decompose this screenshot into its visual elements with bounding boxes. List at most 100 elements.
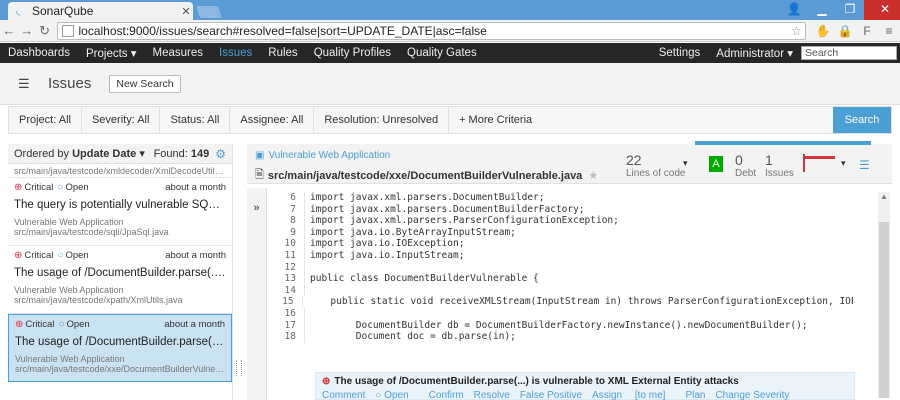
issues-severity-bar <box>803 156 835 159</box>
severity-label: Critical <box>24 182 54 193</box>
extension-lock-icon[interactable]: 🔒 <box>834 24 856 38</box>
line-code: Document doc = db.parse(in); <box>310 331 516 343</box>
ordered-by-label: Ordered by <box>14 147 70 160</box>
browser-titlebar: ◟ SonarQube ✕ 👤 ▁ ❐ ✕ <box>0 0 900 20</box>
line-number[interactable]: 13 <box>275 273 305 285</box>
global-search-input[interactable]: Search <box>801 46 897 60</box>
metrics-dropdown-caret-icon[interactable]: ▾ <box>683 158 688 169</box>
maximize-icon[interactable]: ❐ <box>836 0 864 20</box>
more-criteria-button[interactable]: + More Criteria <box>449 107 542 133</box>
critical-severity-icon: ⊕ <box>14 182 23 193</box>
extension-f-icon[interactable]: F <box>856 24 878 38</box>
source-viewer-menu-icon[interactable]: ☰ <box>859 158 870 172</box>
lines-of-code-label: Lines of code <box>626 168 686 179</box>
issue-detail-box: ⊕ The usage of /DocumentBuilder.parse(..… <box>315 372 855 400</box>
filter-project[interactable]: Project: All <box>9 107 82 133</box>
nav-measures[interactable]: Measures <box>145 47 212 59</box>
debt-metric: 0 Debt <box>735 152 756 179</box>
user-icon[interactable]: 👤 <box>780 0 808 20</box>
filter-status[interactable]: Status: All <box>160 107 231 133</box>
close-window-icon[interactable]: ✕ <box>864 0 900 20</box>
forward-icon[interactable]: → <box>18 23 36 38</box>
line-number[interactable]: 16 <box>275 307 305 320</box>
extension-hand-icon[interactable]: ✋ <box>812 24 834 38</box>
issue-list-header: Ordered by Update Date ▾ Found: 149 ⚙ <box>8 144 232 164</box>
issue-path: src/main/java/testcode/xpath/XmlUtils.ja… <box>14 295 183 305</box>
change-severity-action[interactable]: Change Severity <box>715 390 789 400</box>
line-number[interactable]: 14 <box>275 284 305 297</box>
filter-resolution[interactable]: Resolution: Unresolved <box>314 107 450 133</box>
line-number[interactable]: 11 <box>275 249 305 262</box>
line-number[interactable]: 15 <box>275 296 303 308</box>
severity-label: Critical <box>24 250 54 261</box>
favorite-star-icon[interactable]: ★ <box>588 169 598 182</box>
line-number[interactable]: 7 <box>275 203 305 216</box>
tab-title: SonarQube <box>32 4 94 18</box>
false-positive-action[interactable]: False Positive <box>520 390 582 400</box>
bookmark-star-icon[interactable]: ☆ <box>791 24 805 38</box>
list-item[interactable]: ⊕ Critical ○ Open about a month The usag… <box>8 246 232 314</box>
nav-rules[interactable]: Rules <box>260 47 305 59</box>
line-number[interactable]: 17 <box>275 319 305 332</box>
critical-severity-icon: ⊕ <box>14 250 23 261</box>
extension-icons: ✋ 🔒 F ≡ <box>812 24 900 38</box>
line-number[interactable]: 8 <box>275 215 305 227</box>
nav-settings[interactable]: Settings <box>651 47 709 59</box>
line-number[interactable]: 18 <box>275 331 305 343</box>
line-number[interactable]: 12 <box>275 261 305 274</box>
plan-action[interactable]: Plan <box>685 390 705 400</box>
nav-quality-gates[interactable]: Quality Gates <box>399 47 485 59</box>
assign-action[interactable]: Assign [to me] <box>592 390 675 400</box>
nav-quality-profiles[interactable]: Quality Profiles <box>306 47 399 59</box>
line-number[interactable]: 9 <box>275 226 305 239</box>
panel-resize-handle[interactable] <box>236 360 242 376</box>
nav-issues[interactable]: Issues <box>211 47 260 59</box>
lines-of-code-metric: 22 Lines of code <box>626 152 686 179</box>
comment-action[interactable]: Comment <box>322 390 365 400</box>
url-text: localhost:9000/issues/search#resolved=fa… <box>78 23 487 38</box>
new-tab-button[interactable] <box>195 6 223 18</box>
address-bar[interactable]: localhost:9000/issues/search#resolved=fa… <box>57 21 807 40</box>
chrome-menu-icon[interactable]: ≡ <box>878 24 900 38</box>
list-item-selected[interactable]: ⊕ Critical ○ Open about a month The usag… <box>8 314 232 382</box>
sonarqube-favicon-icon: ◟ <box>16 5 21 17</box>
nav-projects[interactable]: Projects ▾ <box>78 46 145 60</box>
list-item-path: src/main/java/testcode/xmldecoder/XmlDec… <box>8 164 232 178</box>
filter-assignee[interactable]: Assignee: All <box>230 107 315 133</box>
line-number[interactable]: 10 <box>275 238 305 250</box>
issue-detail-message: The usage of /DocumentBuilder.parse(...)… <box>334 376 739 387</box>
issue-detail-title: ⊕ The usage of /DocumentBuilder.parse(..… <box>316 373 854 390</box>
resolve-action[interactable]: Resolve <box>474 390 510 400</box>
confirm-action[interactable]: Confirm <box>429 390 464 400</box>
list-icon[interactable]: ☰ <box>18 76 32 92</box>
bulk-change-gear-icon[interactable]: ⚙ <box>215 147 226 161</box>
code-area: » 6 import javax.xml.parsers.DocumentBuil… <box>247 188 892 400</box>
search-button[interactable]: Search <box>833 107 891 133</box>
project-link[interactable]: ▣ Vulnerable Web Application <box>255 150 390 161</box>
expand-gutter-button[interactable]: » <box>247 188 267 400</box>
browser-tab[interactable]: ◟ SonarQube ✕ <box>8 2 193 20</box>
nav-dashboards[interactable]: Dashboards <box>0 47 78 59</box>
back-icon[interactable]: ← <box>0 23 18 38</box>
nav-administrator[interactable]: Administrator ▾ <box>708 46 801 60</box>
list-item[interactable]: ⊕ Critical ○ Open about a month The quer… <box>8 178 232 246</box>
open-status-icon: ○ <box>58 319 65 330</box>
new-search-button[interactable]: New Search <box>109 74 181 93</box>
scroll-up-icon[interactable]: ▲ <box>880 192 888 201</box>
code-scrollbar[interactable]: ▲ <box>878 192 890 398</box>
reload-icon[interactable]: ↻ <box>36 23 54 39</box>
open-status-action[interactable]: ○ Open <box>375 390 418 400</box>
minimize-icon[interactable]: ▁ <box>808 0 836 20</box>
filter-severity[interactable]: Severity: All <box>82 107 161 133</box>
issue-component: Vulnerable Web Application <box>15 354 125 364</box>
scrollbar-thumb[interactable] <box>879 222 889 398</box>
tab-close-icon[interactable]: ✕ <box>179 5 193 18</box>
navbar-right: Settings Administrator ▾ Search <box>651 46 900 60</box>
ordered-by-dropdown[interactable]: Update Date <box>72 148 136 160</box>
page-title: Issues <box>48 75 92 92</box>
found-count: 149 <box>190 147 210 160</box>
issues-dropdown-caret-icon[interactable]: ▾ <box>841 158 846 169</box>
line-number[interactable]: 6 <box>275 192 305 204</box>
issue-path: src/main/java/testcode/xxe/DocumentBuild… <box>15 364 225 374</box>
